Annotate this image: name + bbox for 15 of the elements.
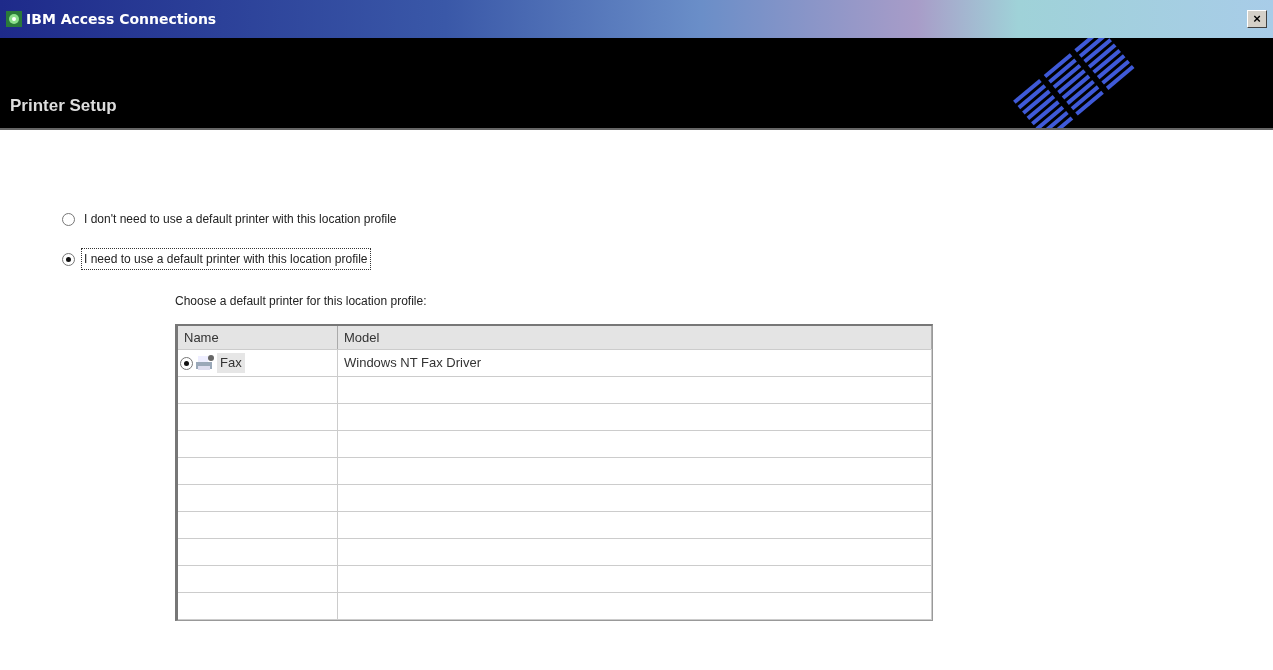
- table-cell[interactable]: Windows NT Fax Driver: [338, 350, 932, 376]
- list-caption: Choose a default printer for this location profile:: [175, 293, 428, 310]
- radio-button[interactable]: [180, 356, 193, 370]
- printer-icon: [195, 354, 215, 372]
- page-title: Printer Setup: [10, 94, 117, 117]
- app-icon: [6, 11, 22, 27]
- close-button[interactable]: ×: [1247, 10, 1267, 28]
- radio-button[interactable]: [62, 212, 75, 226]
- table-cell[interactable]: Fax: [217, 353, 245, 373]
- option-label[interactable]: I need to use a default printer with this location profile: [81, 248, 371, 270]
- column-header[interactable]: Name: [178, 326, 338, 349]
- window-title: IBM Access Connections: [26, 9, 217, 29]
- radio-button[interactable]: [62, 252, 75, 266]
- column-header[interactable]: Model: [338, 326, 932, 349]
- option-label[interactable]: I don't need to use a default printer with this location profile: [81, 208, 400, 230]
